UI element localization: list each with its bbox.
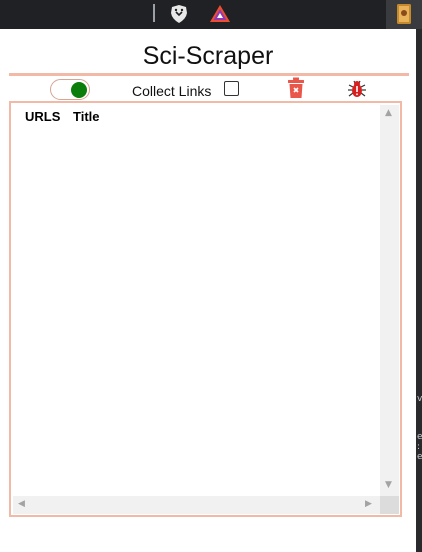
- collect-links-label: Collect Links: [132, 83, 212, 99]
- extension-icon[interactable]: [395, 3, 413, 25]
- browser-toolbar: [0, 0, 422, 29]
- column-header-urls[interactable]: URLS: [25, 109, 60, 124]
- results-panel: URLS Title ▲ ▼ ◀ ▶: [9, 101, 402, 517]
- bug-icon[interactable]: [346, 77, 368, 99]
- toggle-knob: [71, 82, 87, 98]
- popup-title: Sci-Scraper: [142, 42, 274, 70]
- brave-shield-icon[interactable]: [168, 3, 190, 25]
- scroll-right-arrow-icon[interactable]: ▶: [365, 500, 372, 509]
- collect-links-checkbox[interactable]: [224, 81, 239, 96]
- scroll-up-arrow-icon[interactable]: ▲: [385, 109, 392, 118]
- extension-button-bg[interactable]: [386, 0, 422, 29]
- scroll-down-arrow-icon[interactable]: ▼: [385, 481, 392, 490]
- horizontal-scrollbar[interactable]: ◀ ▶: [13, 496, 380, 514]
- column-header-title[interactable]: Title: [73, 109, 100, 124]
- vertical-scrollbar[interactable]: ▲ ▼: [380, 105, 399, 496]
- title-divider: [9, 73, 409, 76]
- trash-icon[interactable]: [287, 77, 305, 99]
- scraper-toggle[interactable]: [50, 79, 90, 100]
- brave-rewards-icon[interactable]: [209, 3, 231, 25]
- background-page-edge: v e : e: [416, 29, 422, 552]
- scroll-left-arrow-icon[interactable]: ◀: [18, 500, 25, 509]
- scrollbar-corner: [380, 496, 399, 514]
- extension-popup: Sci-Scraper Collect Links URLS Title ▲ ▼: [0, 29, 416, 552]
- toolbar-divider: [153, 4, 155, 22]
